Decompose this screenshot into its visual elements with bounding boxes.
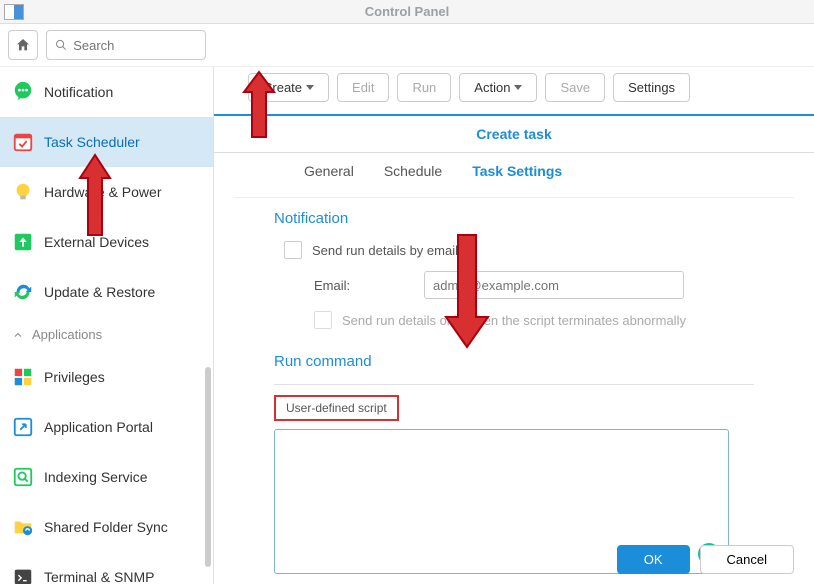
caret-down-icon bbox=[514, 85, 522, 90]
folder-sync-icon bbox=[12, 516, 34, 538]
sidebar-item-label: Task Scheduler bbox=[44, 134, 140, 150]
speech-bubble-icon bbox=[12, 81, 34, 103]
run-button[interactable]: Run bbox=[397, 73, 451, 102]
sidebar-group-label: Applications bbox=[32, 327, 102, 342]
abnormal-label: Send run details only when the script te… bbox=[342, 313, 686, 328]
tab-task-settings[interactable]: Task Settings bbox=[472, 163, 562, 187]
sync-icon bbox=[12, 281, 34, 303]
cancel-button[interactable]: Cancel bbox=[700, 545, 794, 574]
save-button[interactable]: Save bbox=[545, 73, 605, 102]
sidebar-item-notification[interactable]: Notification bbox=[0, 67, 213, 117]
terminal-icon bbox=[12, 566, 34, 584]
tab-general[interactable]: General bbox=[304, 163, 354, 187]
sidebar-item-label: Shared Folder Sync bbox=[44, 519, 168, 535]
send-details-checkbox[interactable] bbox=[284, 241, 302, 259]
sidebar-item-label: Notification bbox=[44, 84, 113, 100]
window-title: Control Panel bbox=[24, 4, 790, 19]
content-area: Create Edit Run Action Save Settings Cre… bbox=[214, 67, 814, 584]
action-button[interactable]: Action bbox=[459, 73, 537, 102]
annotation-arrow-up bbox=[70, 150, 120, 240]
window-header: Control Panel bbox=[0, 0, 814, 24]
toolbar: Create Edit Run Action Save Settings bbox=[214, 67, 814, 108]
sidebar-item-application-portal[interactable]: Application Portal bbox=[0, 402, 213, 452]
ok-button[interactable]: OK bbox=[617, 545, 690, 574]
home-icon bbox=[15, 37, 31, 53]
search-box[interactable] bbox=[46, 30, 206, 60]
external-link-icon bbox=[12, 416, 34, 438]
sidebar-item-label: Privileges bbox=[44, 369, 105, 385]
home-button[interactable] bbox=[8, 30, 38, 60]
app-icon bbox=[4, 4, 24, 20]
email-label: Email: bbox=[314, 278, 414, 293]
notification-title: Notification bbox=[274, 210, 754, 227]
annotation-arrow-down bbox=[438, 227, 496, 352]
search-icon bbox=[55, 38, 67, 52]
dialog-tabs: General Schedule Task Settings bbox=[234, 153, 794, 198]
edit-button[interactable]: Edit bbox=[337, 73, 389, 102]
search-input[interactable] bbox=[73, 38, 197, 53]
scrollbar[interactable] bbox=[205, 367, 211, 567]
tab-schedule[interactable]: Schedule bbox=[384, 163, 442, 187]
chevron-up-icon bbox=[12, 329, 24, 341]
dialog-title: Create task bbox=[214, 116, 814, 153]
settings-button[interactable]: Settings bbox=[613, 73, 690, 102]
grid-icon bbox=[12, 366, 34, 388]
sidebar-item-label: Indexing Service bbox=[44, 469, 148, 485]
send-details-label: Send run details by email bbox=[312, 243, 458, 258]
sidebar-item-label: Update & Restore bbox=[44, 284, 155, 300]
sidebar-item-privileges[interactable]: Privileges bbox=[0, 352, 213, 402]
topbar bbox=[0, 24, 814, 67]
run-command-title: Run command bbox=[274, 353, 754, 370]
dialog-footer: OK Cancel bbox=[617, 545, 794, 574]
lightbulb-icon bbox=[12, 181, 34, 203]
sidebar-item-indexing-service[interactable]: Indexing Service bbox=[0, 452, 213, 502]
sidebar-item-terminal-snmp[interactable]: Terminal & SNMP bbox=[0, 552, 213, 584]
calendar-check-icon bbox=[12, 131, 34, 153]
dialog: Create task General Schedule Task Settin… bbox=[214, 114, 814, 198]
annotation-arrow-up bbox=[234, 67, 284, 145]
sidebar-group-applications[interactable]: Applications bbox=[0, 317, 213, 352]
sidebar-item-update-restore[interactable]: Update & Restore bbox=[0, 267, 213, 317]
notification-section: Notification Send run details by email E… bbox=[214, 198, 814, 353]
sidebar-item-shared-folder-sync[interactable]: Shared Folder Sync bbox=[0, 502, 213, 552]
sidebar-item-label: Application Portal bbox=[44, 419, 153, 435]
magnify-icon bbox=[12, 466, 34, 488]
upload-icon bbox=[12, 231, 34, 253]
sidebar: Notification Task Scheduler Hardware & P… bbox=[0, 67, 214, 584]
abnormal-checkbox[interactable] bbox=[314, 311, 332, 329]
user-defined-script-label: User-defined script bbox=[274, 395, 399, 421]
caret-down-icon bbox=[306, 85, 314, 90]
sidebar-item-label: Terminal & SNMP bbox=[44, 569, 154, 584]
